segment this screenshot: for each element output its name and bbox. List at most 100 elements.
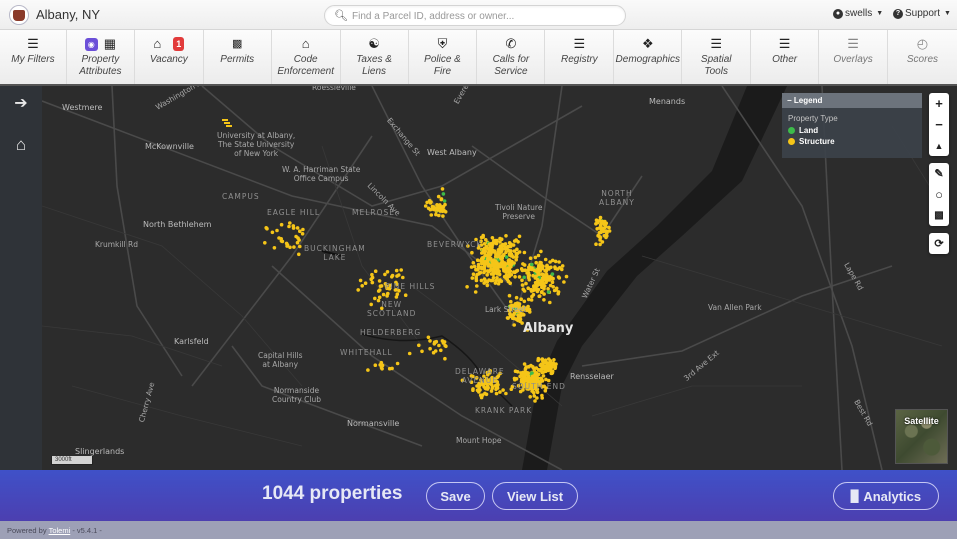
structure-property-point[interactable] xyxy=(522,299,527,304)
draw-line-button[interactable]: ✎ xyxy=(929,163,949,184)
structure-property-point[interactable] xyxy=(604,229,609,233)
structure-property-point[interactable] xyxy=(489,389,494,393)
structure-property-point[interactable] xyxy=(383,272,387,277)
structure-property-point[interactable] xyxy=(430,206,435,210)
structure-property-point[interactable] xyxy=(540,357,545,361)
structure-property-point[interactable] xyxy=(545,365,550,370)
structure-property-point[interactable] xyxy=(536,266,541,270)
vacancy-panel-button[interactable]: ⌂ xyxy=(11,135,31,155)
structure-property-point[interactable] xyxy=(490,236,495,240)
structure-property-point[interactable] xyxy=(532,286,536,290)
structure-property-point[interactable] xyxy=(526,371,530,375)
structure-property-point[interactable] xyxy=(395,292,400,296)
structure-property-point[interactable] xyxy=(600,226,605,230)
legend-toggle[interactable]: − Legend xyxy=(782,93,922,108)
structure-property-point[interactable] xyxy=(532,268,536,272)
structure-property-point[interactable] xyxy=(539,280,544,285)
land-property-point[interactable] xyxy=(504,255,509,259)
structure-property-point[interactable] xyxy=(279,222,284,227)
zoom-in-button[interactable]: + xyxy=(929,93,949,114)
structure-property-point[interactable] xyxy=(520,268,524,272)
structure-property-point[interactable] xyxy=(471,261,476,265)
user-menu[interactable]: ● swells ▼ xyxy=(833,8,883,19)
structure-property-point[interactable] xyxy=(471,387,475,391)
structure-property-point[interactable] xyxy=(483,269,487,273)
structure-property-point[interactable] xyxy=(301,227,305,232)
structure-property-point[interactable] xyxy=(540,285,544,289)
structure-property-point[interactable] xyxy=(604,224,608,229)
structure-property-point[interactable] xyxy=(509,252,514,256)
structure-property-point[interactable] xyxy=(507,249,511,253)
structure-property-point[interactable] xyxy=(536,253,541,258)
structure-property-point[interactable] xyxy=(366,368,370,372)
structure-property-point[interactable] xyxy=(472,264,477,269)
tool-calls-for-service[interactable]: ✆ Calls for Service xyxy=(477,30,546,84)
structure-property-point[interactable] xyxy=(222,119,228,121)
structure-property-point[interactable] xyxy=(386,291,390,296)
structure-property-point[interactable] xyxy=(496,281,501,286)
structure-property-point[interactable] xyxy=(544,377,548,382)
structure-property-point[interactable] xyxy=(520,278,524,283)
structure-property-point[interactable] xyxy=(556,291,560,296)
structure-property-point[interactable] xyxy=(507,241,512,245)
structure-property-point[interactable] xyxy=(479,278,484,283)
structure-property-point[interactable] xyxy=(535,376,539,381)
structure-property-point[interactable] xyxy=(494,391,499,396)
tool-scores[interactable]: ◴ Scores xyxy=(888,30,957,84)
structure-property-point[interactable] xyxy=(495,268,500,272)
structure-property-point[interactable] xyxy=(499,261,504,265)
structure-property-point[interactable] xyxy=(264,226,268,230)
structure-property-point[interactable] xyxy=(514,269,519,273)
structure-property-point[interactable] xyxy=(426,335,431,340)
tool-permits[interactable]: ▩ Permits xyxy=(204,30,272,84)
structure-property-point[interactable] xyxy=(433,349,438,353)
structure-property-point[interactable] xyxy=(279,237,283,241)
structure-property-point[interactable] xyxy=(377,279,382,283)
structure-property-point[interactable] xyxy=(522,263,527,267)
structure-property-point[interactable] xyxy=(390,273,395,278)
tool-spatial-tools[interactable]: ☰ Spatial Tools xyxy=(682,30,752,84)
structure-property-point[interactable] xyxy=(564,274,569,279)
structure-property-point[interactable] xyxy=(437,343,441,348)
structure-property-point[interactable] xyxy=(440,205,445,209)
tool-my-filters[interactable]: ☰ My Filters xyxy=(0,30,67,84)
tool-property-attributes[interactable]: ◉ ▦ Property Attributes xyxy=(67,30,135,84)
structure-property-point[interactable] xyxy=(484,386,488,391)
structure-property-point[interactable] xyxy=(548,300,552,305)
structure-property-point[interactable] xyxy=(507,258,512,262)
land-property-point[interactable] xyxy=(550,272,555,276)
structure-property-point[interactable] xyxy=(539,249,543,254)
structure-property-point[interactable] xyxy=(500,264,505,269)
structure-property-point[interactable] xyxy=(490,278,495,283)
structure-property-point[interactable] xyxy=(272,246,277,250)
structure-property-point[interactable] xyxy=(539,290,544,294)
structure-property-point[interactable] xyxy=(557,260,561,264)
structure-property-point[interactable] xyxy=(295,226,300,230)
structure-property-point[interactable] xyxy=(498,278,502,282)
structure-property-point[interactable] xyxy=(492,270,496,274)
structure-property-point[interactable] xyxy=(535,277,540,282)
structure-property-point[interactable] xyxy=(594,242,598,246)
structure-property-point[interactable] xyxy=(300,232,305,236)
structure-property-point[interactable] xyxy=(605,234,609,238)
structure-property-point[interactable] xyxy=(550,280,555,285)
structure-property-point[interactable] xyxy=(486,270,491,274)
structure-property-point[interactable] xyxy=(536,287,541,292)
structure-property-point[interactable] xyxy=(498,390,502,394)
structure-property-point[interactable] xyxy=(534,274,538,279)
structure-property-point[interactable] xyxy=(598,223,603,227)
structure-property-point[interactable] xyxy=(287,224,291,229)
structure-property-point[interactable] xyxy=(439,197,444,202)
structure-property-point[interactable] xyxy=(522,289,527,293)
structure-property-point[interactable] xyxy=(401,275,405,280)
land-property-point[interactable] xyxy=(530,262,534,267)
structure-property-point[interactable] xyxy=(531,292,536,297)
structure-property-point[interactable] xyxy=(518,374,522,379)
structure-property-point[interactable] xyxy=(363,281,368,285)
structure-property-point[interactable] xyxy=(292,245,296,249)
structure-property-point[interactable] xyxy=(470,250,474,255)
structure-property-point[interactable] xyxy=(495,276,499,280)
structure-property-point[interactable] xyxy=(486,255,490,260)
structure-property-point[interactable] xyxy=(553,266,558,271)
structure-property-point[interactable] xyxy=(526,307,531,312)
